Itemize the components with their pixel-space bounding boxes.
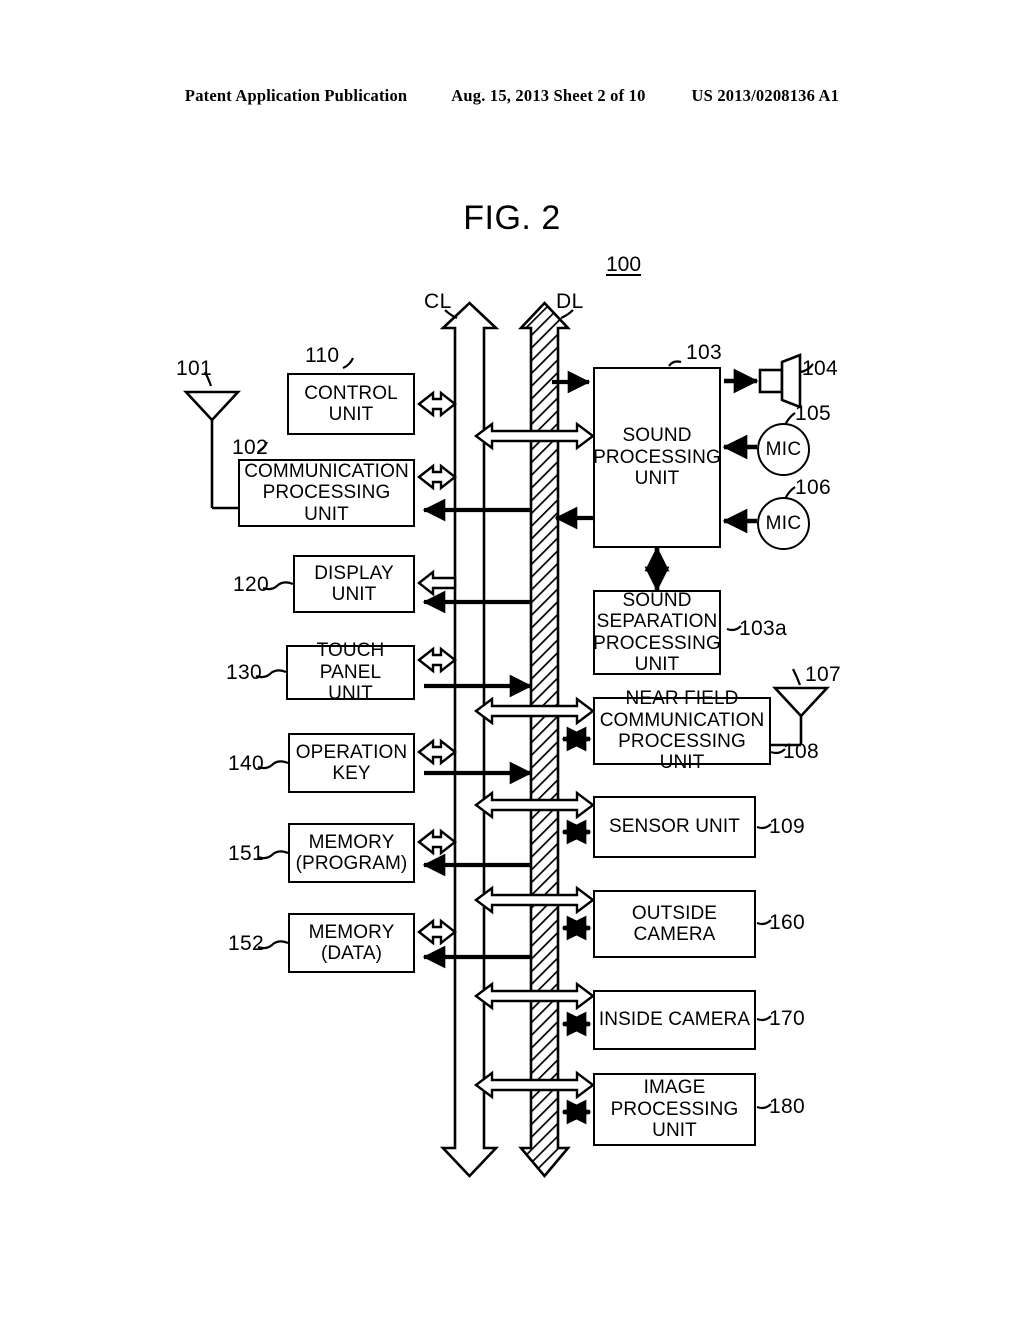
- ref-170: 170: [769, 1007, 805, 1030]
- arrow-touch-panel-cl: [417, 646, 457, 674]
- arrow-control-unit-cl: [417, 390, 457, 418]
- block-image-processing-unit[interactable]: IMAGE PROCESSING UNIT: [593, 1073, 756, 1146]
- mic-upper-icon: MIC: [757, 423, 810, 476]
- ref-160: 160: [769, 911, 805, 934]
- ref-151: 151: [228, 842, 264, 865]
- ref-101: 101: [176, 357, 212, 380]
- arrow-memory-data-cl: [417, 918, 457, 946]
- block-inside-camera[interactable]: INSIDE CAMERA: [593, 990, 756, 1050]
- block-communication-processing-unit[interactable]: COMMUNICATION PROCESSING UNIT: [238, 459, 415, 527]
- ref-106: 106: [795, 476, 831, 499]
- bus-label-cl: CL: [424, 290, 452, 313]
- block-memory-program[interactable]: MEMORY (PROGRAM): [288, 823, 415, 883]
- block-sound-processing-unit[interactable]: SOUND PROCESSING UNIT: [593, 367, 721, 548]
- block-control-unit[interactable]: CONTROL UNIT: [287, 373, 415, 435]
- ref-104: 104: [802, 357, 838, 380]
- arrow-communication-unit-cl: [417, 463, 457, 491]
- ref-103a: 103a: [739, 617, 787, 640]
- block-operation-key[interactable]: OPERATION KEY: [288, 733, 415, 793]
- block-near-field-communication-processing-unit[interactable]: NEAR FIELD COMMUNICATION PROCESSING UNIT: [593, 688, 771, 773]
- ref-108: 108: [783, 740, 819, 763]
- mic-lower-icon: MIC: [757, 497, 810, 550]
- bus-label-dl: DL: [556, 290, 584, 313]
- block-sound-separation-processing-unit[interactable]: SOUND SEPARATION PROCESSING UNIT: [593, 590, 721, 675]
- ref-140: 140: [228, 752, 264, 775]
- block-outside-camera[interactable]: OUTSIDE CAMERA: [593, 890, 756, 958]
- speaker-icon: [724, 353, 814, 409]
- ref-152: 152: [228, 932, 264, 955]
- ref-109: 109: [769, 815, 805, 838]
- ref-107: 107: [805, 663, 841, 686]
- ref-110: 110: [305, 344, 340, 367]
- block-display-unit[interactable]: DISPLAY UNIT: [293, 555, 415, 613]
- ref-120: 120: [233, 573, 269, 596]
- ref-103: 103: [686, 341, 722, 364]
- block-memory-data[interactable]: MEMORY (DATA): [288, 913, 415, 973]
- block-sensor-unit[interactable]: SENSOR UNIT: [593, 796, 756, 858]
- figure-diagram: [183, 301, 830, 1179]
- ref-105: 105: [795, 402, 831, 425]
- ref-102: 102: [232, 436, 268, 459]
- arrow-cl-display-unit: [417, 569, 457, 597]
- arrow-memory-program-cl: [417, 828, 457, 856]
- ref-130: 130: [226, 661, 262, 684]
- ref-180: 180: [769, 1095, 805, 1118]
- block-touch-panel-unit[interactable]: TOUCH PANEL UNIT: [286, 640, 415, 704]
- arrow-operation-key-cl: [417, 738, 457, 766]
